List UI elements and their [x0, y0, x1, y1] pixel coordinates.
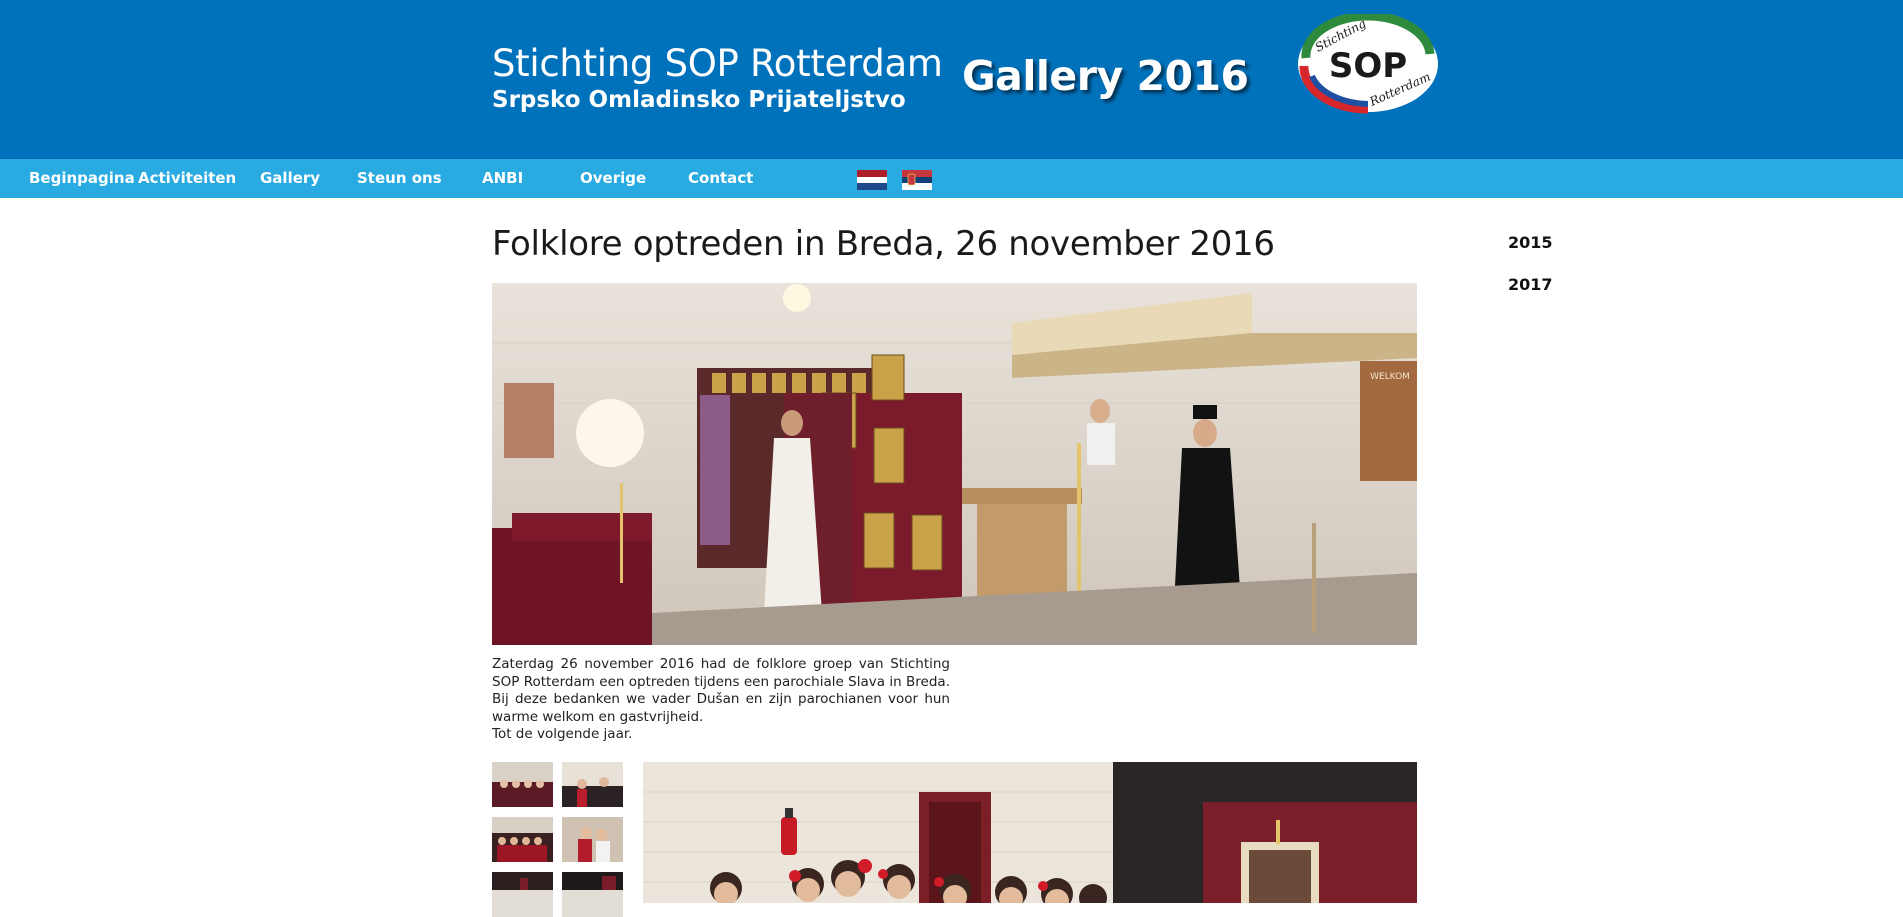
gallery-thumbnail[interactable] [492, 762, 553, 807]
year-link-2015[interactable]: 2015 [1508, 233, 1553, 252]
site-header: Stichting SOP Rotterdam Srpsko Omladinsk… [0, 0, 1903, 159]
main-photo: WELKOM [492, 283, 1417, 645]
gallery-thumbnail[interactable] [492, 872, 553, 917]
nav-item-contact[interactable]: Contact [688, 159, 753, 198]
nav-item-gallery[interactable]: Gallery [260, 159, 320, 198]
sop-logo[interactable]: Stichting SOP Rotterdam [1296, 14, 1440, 114]
site-title[interactable]: Stichting SOP Rotterdam [492, 42, 943, 85]
svg-text:SOP: SOP [1329, 46, 1407, 86]
nav-item-beginpagina[interactable]: Beginpagina [29, 159, 135, 198]
caption-closing: Tot de volgende jaar. [492, 726, 633, 742]
gallery-thumbnail[interactable] [492, 817, 553, 862]
gallery-page-title: Gallery 2016 [962, 52, 1249, 100]
nav-item-activiteiten[interactable]: Activiteiten [138, 159, 236, 198]
gallery-thumbnail[interactable] [562, 762, 623, 807]
nav-item-overige[interactable]: Overige [580, 159, 646, 198]
year-link-2017[interactable]: 2017 [1508, 275, 1553, 294]
caption-paragraph: Zaterdag 26 november 2016 had de folklor… [492, 656, 950, 725]
gallery-large-photo[interactable] [643, 762, 1417, 903]
site-subtitle: Srpsko Omladinsko Prijateljstvo [492, 87, 906, 113]
gallery-thumbnail[interactable] [562, 817, 623, 862]
gallery-thumbnail[interactable] [562, 872, 623, 917]
dutch-flag-icon[interactable] [857, 170, 887, 190]
gallery-item-heading: Folklore optreden in Breda, 26 november … [492, 224, 1275, 264]
svg-text:WELKOM: WELKOM [1370, 372, 1410, 382]
nav-item-anbi[interactable]: ANBI [482, 159, 523, 198]
serbian-flag-icon[interactable] [902, 170, 932, 190]
main-navigation: Beginpagina Activiteiten Gallery Steun o… [0, 159, 1903, 198]
photo-caption: Zaterdag 26 november 2016 had de folklor… [492, 656, 950, 744]
nav-item-steun-ons[interactable]: Steun ons [357, 159, 442, 198]
